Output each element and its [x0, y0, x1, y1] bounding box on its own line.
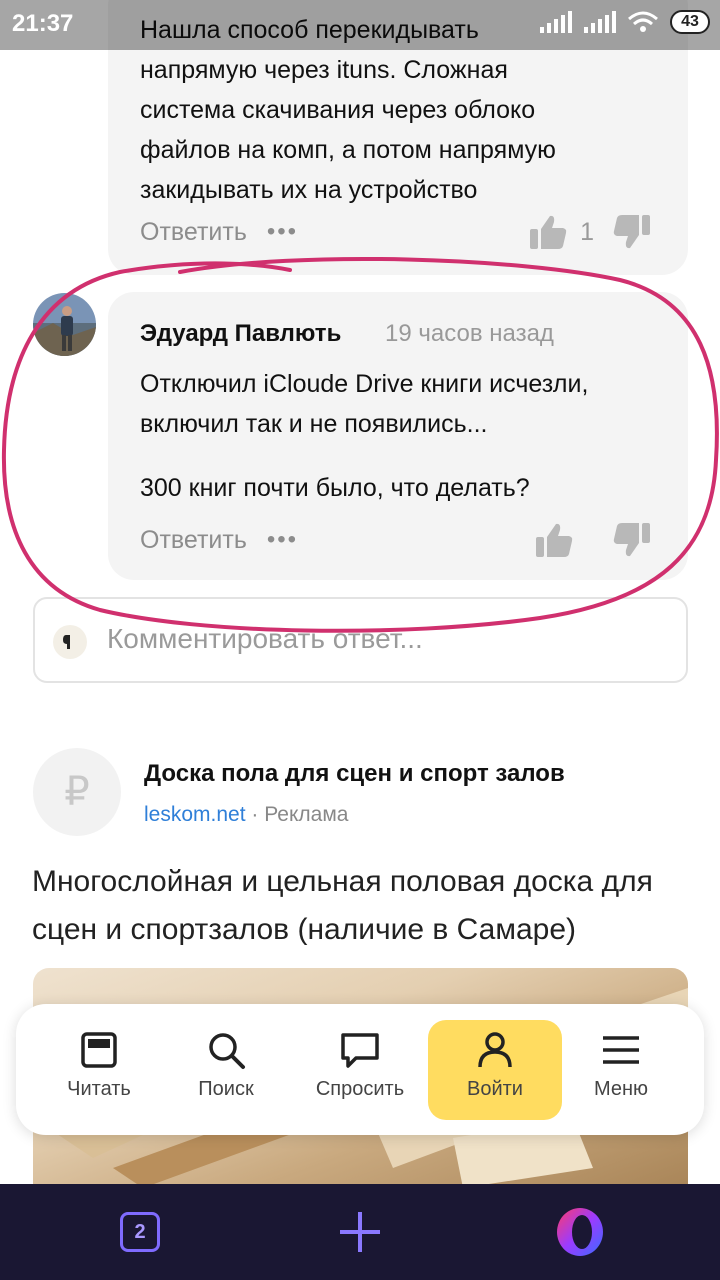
plus-icon[interactable] — [338, 1210, 382, 1254]
nav-search[interactable]: Поиск — [159, 1020, 293, 1120]
comment-text-line: напрямую через ituns. Сложная — [140, 56, 508, 84]
read-icon — [81, 1032, 117, 1068]
comment-text-line: Отключил iCloude Drive книги исчезли, — [140, 370, 589, 398]
browser-toolbar: 2 — [0, 1184, 720, 1280]
nav-ask[interactable]: Спросить — [293, 1020, 427, 1120]
comment-actions: Ответить ••• — [140, 520, 652, 560]
ad-description[interactable]: Многослойная и цельная половая доска для… — [32, 858, 692, 954]
nav-label: Войти — [467, 1078, 523, 1100]
ad-meta: leskom.net · Реклама — [144, 803, 349, 826]
status-time: 21:37 — [12, 10, 74, 37]
more-options-button[interactable]: ••• — [267, 218, 298, 246]
status-icons: 43 — [538, 10, 710, 34]
user-avatar-icon — [53, 625, 87, 659]
thumbs-up-icon[interactable] — [534, 520, 574, 560]
comment-text-line: файлов на комп, а потом напрямую — [140, 136, 556, 164]
search-icon — [209, 1033, 245, 1069]
ask-icon — [341, 1033, 379, 1068]
signal-icon — [584, 11, 616, 33]
advertiser-logo[interactable]: ₽ — [33, 748, 121, 836]
nav-label: Меню — [593, 1078, 649, 1100]
ad-title[interactable]: Доска пола для сцен и спорт залов — [144, 760, 565, 788]
comment-text: Отключил iCloude Drive книги исчезли, вк… — [140, 364, 660, 508]
opera-logo-icon[interactable] — [554, 1206, 606, 1258]
thumbs-up-icon[interactable] — [528, 212, 568, 252]
wifi-icon — [628, 11, 658, 32]
comment-input-placeholder: Комментировать ответ... — [107, 623, 423, 654]
signal-icon — [540, 11, 572, 33]
bottom-navigation: Читать Поиск Спросить Войти Меню — [16, 1004, 704, 1135]
nav-menu[interactable]: Меню — [554, 1020, 688, 1120]
status-bar: 21:37 43 — [0, 0, 720, 50]
ad-domain-link[interactable]: leskom.net — [144, 803, 246, 826]
comment-author[interactable]: Эдуард Павлють — [140, 320, 341, 348]
nav-login[interactable]: Войти — [428, 1020, 562, 1120]
nav-read[interactable]: Читать — [32, 1020, 166, 1120]
avatar-photo — [33, 293, 96, 356]
comment-text-line: 300 книг почти было, что делать? — [140, 474, 530, 502]
comment-time: 19 часов назад — [385, 320, 554, 347]
menu-icon — [603, 1036, 639, 1064]
battery-indicator: 43 — [670, 10, 710, 34]
ad-label: Реклама — [264, 803, 349, 826]
nav-label: Поиск — [198, 1078, 254, 1100]
user-icon — [478, 1032, 512, 1068]
tabs-button[interactable]: 2 — [120, 1212, 160, 1252]
comment-text-line: закидывать их на устройство — [140, 176, 478, 204]
more-options-button[interactable]: ••• — [267, 526, 298, 554]
comment-actions: Ответить ••• 1 — [140, 212, 652, 252]
reply-button[interactable]: Ответить — [140, 526, 247, 555]
comment-card: Эдуард Павлють 19 часов назад Отключил i… — [108, 292, 688, 580]
comment-input[interactable]: Комментировать ответ... — [33, 597, 688, 683]
comment-text-line: включил так и не появились... — [140, 410, 488, 438]
avatar[interactable] — [33, 293, 96, 356]
thumbs-down-icon[interactable] — [612, 212, 652, 252]
comment-text-line: система скачивания через облоко — [140, 96, 536, 124]
reply-button[interactable]: Ответить — [140, 218, 247, 247]
nav-label: Читать — [67, 1078, 131, 1100]
like-count: 1 — [580, 217, 594, 246]
nav-label: Спросить — [315, 1078, 405, 1100]
thumbs-down-icon[interactable] — [612, 520, 652, 560]
